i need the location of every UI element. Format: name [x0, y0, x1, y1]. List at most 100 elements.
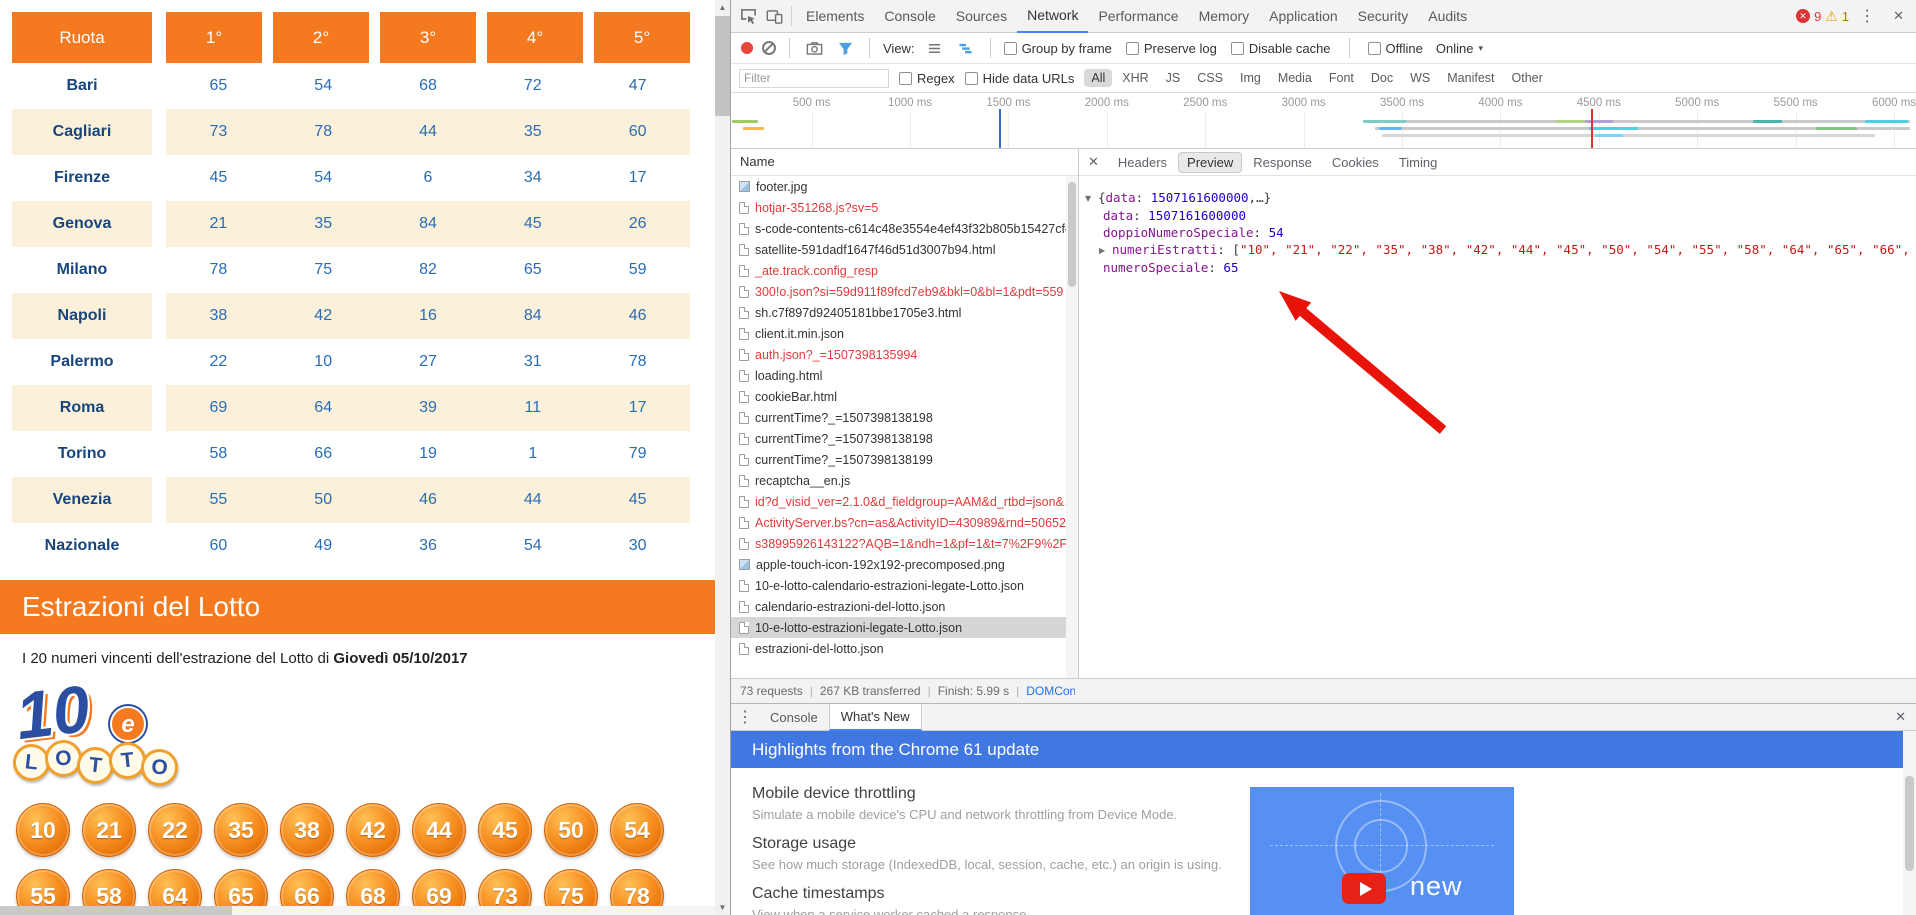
- request-row[interactable]: 300!o.json?si=59d911f89fcd7eb9&bkl=0&bl=…: [731, 281, 1078, 302]
- request-row[interactable]: footer.jpg: [731, 176, 1078, 197]
- scrollbar-thumb[interactable]: [0, 906, 232, 915]
- network-overview-timeline[interactable]: 500 ms 1000 ms 1500 ms 2000 ms 2500 ms 3000 m…: [731, 93, 1916, 149]
- request-row[interactable]: hotjar-351268.js?sv=5: [731, 197, 1078, 218]
- request-row[interactable]: recaptcha__en.js: [731, 470, 1078, 491]
- devtools-tab-console[interactable]: Console: [874, 0, 945, 33]
- request-row[interactable]: s38995926143122?AQB=1&ndh=1&pf=1&t=7%2F9…: [731, 533, 1078, 554]
- request-row[interactable]: estrazioni-del-lotto.json: [731, 638, 1078, 659]
- drawer-scrollbar[interactable]: [1903, 731, 1916, 915]
- request-row[interactable]: id?d_visid_ver=2.1.0&d_fieldgroup=AAM&d_…: [731, 491, 1078, 512]
- devtools-tab-sources[interactable]: Sources: [946, 0, 1017, 33]
- type-filter-doc[interactable]: Doc: [1364, 69, 1400, 87]
- option-group-by-frame[interactable]: Group by frame: [1003, 41, 1112, 56]
- request-row[interactable]: calendario-estrazioni-del-lotto.json: [731, 596, 1078, 617]
- warning-icon[interactable]: ⚠: [1825, 9, 1838, 23]
- scrollbar-thumb[interactable]: [1068, 182, 1076, 287]
- scrollbar-thumb[interactable]: [715, 16, 730, 116]
- devtools-tab-security[interactable]: Security: [1348, 0, 1419, 33]
- tree-caret-collapsed[interactable]: ▶: [1099, 242, 1112, 259]
- type-filter-js[interactable]: JS: [1159, 69, 1188, 87]
- checkbox[interactable]: [1367, 41, 1381, 55]
- lotto-header-cell[interactable]: 5°: [594, 12, 690, 63]
- type-filter-manifest[interactable]: Manifest: [1440, 69, 1501, 87]
- details-tab-response[interactable]: Response: [1244, 152, 1321, 173]
- request-row[interactable]: loading.html: [731, 365, 1078, 386]
- page-vertical-scrollbar[interactable]: ▲ ▼: [715, 0, 730, 915]
- devtools-menu-icon[interactable]: ⋮: [1853, 6, 1881, 26]
- devtools-tab-application[interactable]: Application: [1259, 0, 1348, 33]
- requests-column-header[interactable]: Name: [731, 149, 1078, 176]
- type-filter-ws[interactable]: WS: [1403, 69, 1437, 87]
- request-row[interactable]: ActivityServer.bs?cn=as&ActivityID=43098…: [731, 512, 1078, 533]
- request-row[interactable]: 10-e-lotto-calendario-estrazioni-legate-…: [731, 575, 1078, 596]
- youtube-play-icon[interactable]: [1342, 873, 1386, 904]
- view-waterfall-icon[interactable]: [955, 37, 977, 59]
- record-button[interactable]: [741, 42, 753, 54]
- option-disable-cache[interactable]: Disable cache: [1230, 41, 1331, 56]
- error-icon[interactable]: ✕: [1796, 9, 1811, 23]
- devtools-tab-elements[interactable]: Elements: [796, 0, 874, 33]
- hide-data-urls-option[interactable]: Hide data URLs: [964, 71, 1074, 86]
- lotto-header-cell[interactable]: 4°: [487, 12, 583, 63]
- request-row[interactable]: 10-e-lotto-estrazioni-legate-Lotto.json: [731, 617, 1078, 638]
- request-row[interactable]: _ate.track.config_resp: [731, 260, 1078, 281]
- view-list-icon[interactable]: [924, 37, 946, 59]
- inspect-element-icon[interactable]: [735, 3, 761, 29]
- request-row[interactable]: cookieBar.html: [731, 386, 1078, 407]
- type-filter-img[interactable]: Img: [1233, 69, 1268, 87]
- lotto-header-cell[interactable]: Ruota: [12, 12, 152, 63]
- devtools-close-icon[interactable]: ✕: [1885, 8, 1912, 24]
- checkbox[interactable]: [964, 71, 978, 85]
- request-row[interactable]: currentTime?_=1507398138199: [731, 449, 1078, 470]
- request-row[interactable]: client.it.min.json: [731, 323, 1078, 344]
- checkbox[interactable]: [899, 71, 912, 85]
- drawer-menu-icon[interactable]: ⋮: [731, 707, 759, 727]
- requests-scrollbar[interactable]: [1066, 176, 1078, 678]
- details-tab-cookies[interactable]: Cookies: [1323, 152, 1388, 173]
- request-row[interactable]: currentTime?_=1507398138198: [731, 407, 1078, 428]
- devtools-tab-memory[interactable]: Memory: [1189, 0, 1260, 33]
- close-details-icon[interactable]: ✕: [1079, 154, 1108, 170]
- checkbox[interactable]: [1230, 41, 1244, 55]
- drawer-tab-what-s-new[interactable]: What's New: [828, 704, 922, 731]
- lotto-header-cell[interactable]: 3°: [380, 12, 476, 63]
- filter-input[interactable]: [739, 68, 889, 88]
- checkbox[interactable]: [1125, 41, 1139, 55]
- option-preserve-log[interactable]: Preserve log: [1125, 41, 1217, 56]
- checkbox[interactable]: [1003, 41, 1017, 55]
- drawer-close-icon[interactable]: ✕: [1885, 709, 1916, 725]
- request-row[interactable]: sh.c7f897d92405181bbe1705e3.html: [731, 302, 1078, 323]
- page-horizontal-scrollbar[interactable]: [0, 906, 715, 915]
- option-offline[interactable]: Offline: [1367, 41, 1423, 56]
- tree-caret-expanded[interactable]: ▼: [1085, 190, 1098, 207]
- scroll-up-button[interactable]: ▲: [715, 0, 730, 15]
- video-thumbnail[interactable]: new: [1250, 787, 1514, 915]
- details-tab-preview[interactable]: Preview: [1178, 151, 1243, 173]
- request-row[interactable]: satellite-591dadf1647f46d51d3007b94.html: [731, 239, 1078, 260]
- regex-option[interactable]: Regex: [899, 71, 955, 86]
- throttling-select[interactable]: Online ▾: [1436, 41, 1483, 56]
- details-tab-timing[interactable]: Timing: [1390, 152, 1447, 173]
- scrollbar-thumb[interactable]: [1905, 776, 1914, 871]
- devtools-tab-performance[interactable]: Performance: [1088, 0, 1188, 33]
- filter-icon[interactable]: [834, 37, 856, 59]
- screenshot-capture-icon[interactable]: [803, 37, 825, 59]
- scroll-down-button[interactable]: ▼: [715, 900, 730, 915]
- type-filter-xhr[interactable]: XHR: [1115, 69, 1155, 87]
- clear-button[interactable]: [762, 41, 776, 55]
- devtools-tab-network[interactable]: Network: [1017, 0, 1089, 33]
- request-row[interactable]: s-code-contents-c614c48e3554e4ef43f32b80…: [731, 218, 1078, 239]
- type-filter-media[interactable]: Media: [1271, 69, 1319, 87]
- type-filter-css[interactable]: CSS: [1190, 69, 1230, 87]
- type-filter-all[interactable]: All: [1084, 69, 1113, 87]
- lotto-header-cell[interactable]: 1°: [166, 12, 262, 63]
- request-row[interactable]: currentTime?_=1507398138198: [731, 428, 1078, 449]
- request-row[interactable]: auth.json?_=1507398135994: [731, 344, 1078, 365]
- drawer-tab-console[interactable]: Console: [759, 704, 829, 731]
- device-toolbar-icon[interactable]: [761, 3, 787, 29]
- request-row[interactable]: apple-touch-icon-192x192-precomposed.png: [731, 554, 1078, 575]
- type-filter-font[interactable]: Font: [1322, 69, 1361, 87]
- details-tab-headers[interactable]: Headers: [1109, 152, 1176, 173]
- type-filter-other[interactable]: Other: [1505, 69, 1550, 87]
- devtools-tab-audits[interactable]: Audits: [1418, 0, 1477, 33]
